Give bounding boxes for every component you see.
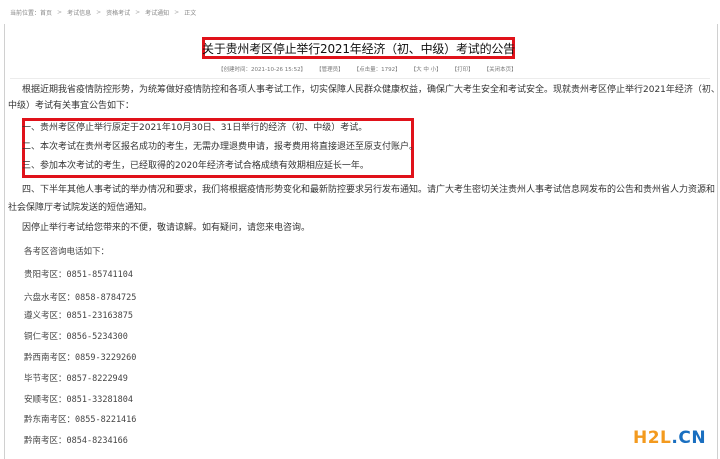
breadcrumb: 当前位置： 首页 > 考试信息 > 资格考试 > 考试通知 > 正文 xyxy=(10,4,196,20)
breadcrumb-qualification-link[interactable]: 资格考试 xyxy=(106,8,130,17)
title-highlight-box: 关于贵州考区停止举行2021年经济（初、中级）考试的公告 xyxy=(202,37,515,59)
contact-line-guiyang: 贵阳考区：0851-85741104 xyxy=(24,270,134,280)
intro-paragraph-line1: 根据近期我省疫情防控形势，为统筹做好疫情防控和各项人事考试工作，切实保障人民群众… xyxy=(22,85,720,95)
contacts-heading: 各考区咨询电话如下： xyxy=(24,247,110,257)
breadcrumb-separator: > xyxy=(57,8,63,16)
watermark-part1: H2L xyxy=(633,428,672,448)
contact-line-tongren: 铜仁考区：0856-5234300 xyxy=(24,332,128,342)
article-title: 关于贵州考区停止举行2021年经济（初、中级）考试的公告 xyxy=(202,41,515,56)
print-link[interactable]: 【打印】 xyxy=(452,65,474,73)
breadcrumb-separator: > xyxy=(96,8,102,16)
contact-line-qiandongnan: 黔东南考区：0855-8221416 xyxy=(24,415,137,425)
list-item-4-line2: 社会保障厅考试院发送的短信通知。 xyxy=(8,203,153,213)
site-watermark-logo: H2L.CN xyxy=(633,428,706,448)
contact-line-qiannan: 黔南考区：0854-8234166 xyxy=(24,436,128,446)
breadcrumb-home-link[interactable]: 首页 xyxy=(40,8,52,17)
contact-line-liupanshui: 六盘水考区：0858-8784725 xyxy=(24,293,137,303)
breadcrumb-current: 正文 xyxy=(184,9,197,17)
article-meta: 【创建时间：2021-10-26 15:52】 【管理员】 【点击量：1792】… xyxy=(218,63,527,75)
breadcrumb-separator: > xyxy=(135,8,141,16)
breadcrumb-prefix: 当前位置： xyxy=(10,9,41,17)
created-time: 【创建时间：2021-10-26 15:52】 xyxy=(218,67,307,73)
list-item-1: 一、贵州考区停止举行原定于2021年10月30日、31日举行的经济（初、中级）考… xyxy=(22,123,368,133)
apology-paragraph: 因停止举行考试给您带来的不便，敬请谅解。如有疑问，请您来电咨询。 xyxy=(22,223,311,233)
breadcrumb-notice-link[interactable]: 考试通知 xyxy=(145,8,169,17)
contact-line-anshun: 安顺考区：0851-33281804 xyxy=(24,395,134,405)
contact-line-qianxinan: 黔西南考区：0859-3229260 xyxy=(24,353,137,363)
contact-line-bijie: 毕节考区：0857-8222949 xyxy=(24,374,128,384)
breadcrumb-exam-info-link[interactable]: 考试信息 xyxy=(67,8,91,17)
close-page-link[interactable]: 【关闭本页】 xyxy=(484,65,517,73)
font-size-toggle[interactable]: 【大 中 小】 xyxy=(411,65,442,73)
watermark-part2: .CN xyxy=(671,428,707,448)
view-count: 【点击量：1792】 xyxy=(353,67,401,73)
meta-divider xyxy=(10,78,710,79)
author: 【管理员】 xyxy=(316,67,344,73)
breadcrumb-separator: > xyxy=(174,8,180,16)
intro-paragraph-line2: 中级）考试有关事宜公告如下： xyxy=(8,101,135,111)
list-item-2: 二、本次考试在贵州考区报名成功的考生，无需办理退费申请，报考费用将直接退还至原支… xyxy=(22,142,419,152)
list-item-3: 三、参加本次考试的考生，已经取得的2020年经济考试合格成绩有效期相应延长一年。 xyxy=(22,161,369,171)
list-item-4-line1: 四、下半年其他人事考试的举办情况和要求，我们将根据疫情形势变化和最新防控要求另行… xyxy=(22,185,716,195)
contact-line-zunyi: 遵义考区：0851-23163875 xyxy=(24,311,134,321)
